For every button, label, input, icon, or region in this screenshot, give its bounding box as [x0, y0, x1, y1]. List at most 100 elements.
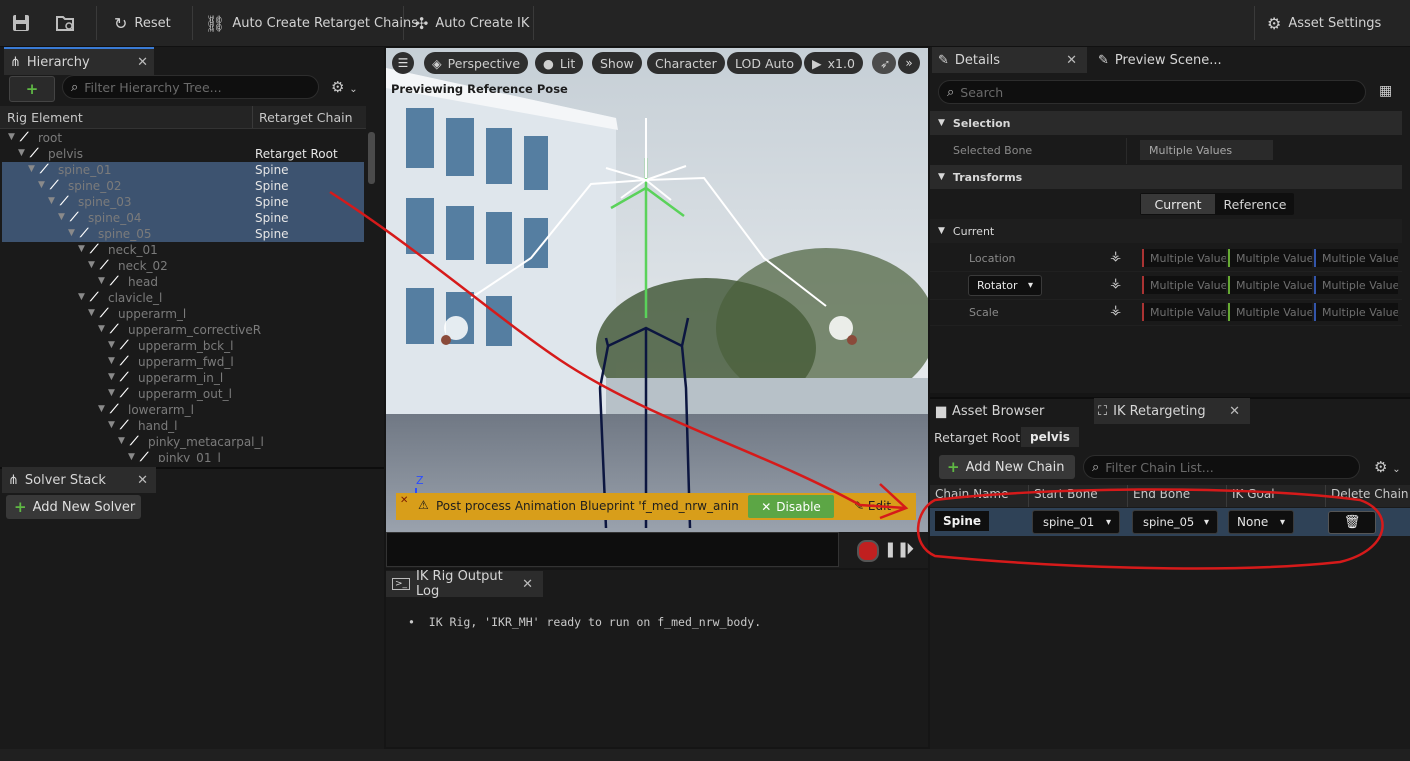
reset-button[interactable]: ↻ Reset — [114, 0, 171, 46]
viewport-scene[interactable]: Z — [386, 48, 928, 532]
end-bone-dropdown[interactable]: spine_05 ▾ — [1132, 510, 1218, 534]
hierarchy-options-button[interactable]: ⚙ ⌄ — [331, 78, 358, 96]
lod-button[interactable]: LOD Auto — [727, 52, 802, 74]
tab-preview-scene[interactable]: ✎ Preview Scene... — [1092, 47, 1252, 73]
multiple-values-field[interactable]: Multiple Values — [1142, 303, 1226, 321]
hierarchy-scrollbar[interactable] — [368, 132, 375, 184]
tab-details[interactable]: ✎ Details ✕ — [932, 47, 1087, 73]
col-rig-element[interactable]: Rig Element — [7, 110, 83, 125]
lit-button[interactable]: ● Lit — [535, 52, 584, 74]
browse-button[interactable] — [54, 0, 78, 46]
expand-icon[interactable]: ▼ — [18, 148, 25, 158]
expand-icon[interactable]: ▼ — [108, 388, 115, 398]
character-button[interactable]: Character — [647, 52, 725, 74]
multiple-values-field[interactable]: Multiple Values — [1142, 249, 1226, 267]
expand-icon[interactable]: ▼ — [108, 420, 115, 430]
tree-row[interactable]: ▼ ⟋ spine_03 Spine — [2, 194, 364, 210]
tree-row[interactable]: ▼ ⟋ head — [2, 274, 364, 290]
chain-col-header[interactable]: IK Goal — [1232, 487, 1275, 501]
expand-icon[interactable]: ▼ — [88, 260, 95, 270]
tree-row[interactable]: ▼ ⟋ upperarm_in_l — [2, 370, 364, 386]
category-current[interactable]: ▼ Current — [930, 219, 1402, 243]
col-retarget-chain[interactable]: Retarget Chain — [259, 110, 353, 125]
expand-icon[interactable]: ▼ — [28, 164, 35, 174]
multiple-values-field[interactable]: Multiple Values — [1142, 276, 1226, 294]
close-icon[interactable]: ✕ — [137, 55, 148, 70]
tree-row[interactable]: ▼ ⟋ neck_02 — [2, 258, 364, 274]
expand-icon[interactable]: ▼ — [98, 404, 105, 414]
select-mode-button[interactable]: ➶ — [872, 52, 896, 74]
timeline-scrubber[interactable] — [386, 532, 839, 567]
category-selection[interactable]: ▼ Selection — [930, 111, 1402, 135]
tree-row[interactable]: ▼ ⟋ spine_01 Spine — [2, 162, 364, 178]
reference-toggle-button[interactable]: Reference — [1218, 194, 1292, 214]
expand-icon[interactable]: ▼ — [108, 356, 115, 366]
start-bone-dropdown[interactable]: spine_01 ▾ — [1032, 510, 1120, 534]
expand-icon[interactable]: ▼ — [78, 244, 85, 254]
chain-filter-input[interactable]: ⌕ Filter Chain List... — [1083, 455, 1360, 479]
reset-transform-icon[interactable]: ⚶ — [1110, 303, 1121, 318]
tree-row[interactable]: ▼ ⟋ clavicle_l — [2, 290, 364, 306]
tree-row[interactable]: ▼ ⟋ pelvis Retarget Root — [2, 146, 364, 162]
edit-button[interactable]: ✎ Edit — [854, 499, 891, 513]
multiple-values-field[interactable]: Multiple Values — [1314, 249, 1398, 267]
expand-icon[interactable]: ▼ — [68, 228, 75, 238]
tree-row[interactable]: ▼ ⟋ upperarm_out_l — [2, 386, 364, 402]
tree-row[interactable]: ▼ ⟋ hand_l — [2, 418, 364, 434]
tree-row[interactable]: ▼ ⟋ root — [2, 130, 364, 146]
details-search-input[interactable]: ⌕ Search — [938, 80, 1366, 104]
expand-icon[interactable]: ▼ — [108, 372, 115, 382]
disable-button[interactable]: ✕ Disable — [748, 495, 834, 518]
auto-create-chains-button[interactable]: ⛓ Auto Create Retarget Chains — [205, 0, 418, 46]
reset-transform-icon[interactable]: ⚶ — [1110, 276, 1121, 291]
tab-output-log[interactable]: >_ IK Rig Output Log ✕ — [386, 569, 543, 599]
tree-row[interactable]: ▼ ⟋ upperarm_correctiveR — [2, 322, 364, 338]
expand-icon[interactable]: ▼ — [48, 196, 55, 206]
multiple-values-field[interactable]: Multiple Values — [1314, 303, 1398, 321]
chain-col-header[interactable]: Chain Name — [935, 487, 1009, 501]
tree-row[interactable]: ▼ ⟋ lowerarm_l — [2, 402, 364, 418]
expand-icon[interactable]: ▼ — [98, 276, 105, 286]
expand-icon[interactable]: ▼ — [118, 436, 125, 446]
expand-icon[interactable]: ▼ — [38, 180, 45, 190]
tree-row[interactable]: ▼ ⟋ spine_05 Spine — [2, 226, 364, 242]
save-button[interactable] — [10, 0, 32, 46]
multiple-values-field[interactable]: Multiple Values — [1314, 276, 1398, 294]
expand-icon[interactable]: ▼ — [88, 308, 95, 318]
tree-row[interactable]: ▼ ⟋ upperarm_fwd_l — [2, 354, 364, 370]
add-new-solver-button[interactable]: + Add New Solver — [6, 495, 141, 519]
step-forward-button[interactable]: ⏵ — [906, 539, 914, 559]
chain-col-header[interactable]: Delete Chain — [1331, 487, 1409, 501]
expand-icon[interactable]: ▼ — [78, 292, 85, 302]
tree-row[interactable]: ▼ ⟋ pinky_metacarpal_l — [2, 434, 364, 450]
auto-create-ik-button[interactable]: ✣ Auto Create IK — [415, 0, 529, 46]
record-button[interactable] — [857, 540, 879, 562]
hierarchy-search-input[interactable]: ⌕ Filter Hierarchy Tree... — [62, 75, 319, 99]
tree-row[interactable]: ▼ ⟋ neck_01 — [2, 242, 364, 258]
close-icon[interactable]: ✕ — [137, 473, 148, 488]
chain-col-header[interactable]: Start Bone — [1034, 487, 1098, 501]
add-element-button[interactable]: + — [9, 76, 55, 102]
viewport-more-button[interactable]: » — [898, 52, 920, 74]
show-button[interactable]: Show — [592, 52, 642, 74]
add-new-chain-button[interactable]: + Add New Chain — [939, 455, 1075, 479]
chain-col-header[interactable]: End Bone — [1133, 487, 1190, 501]
close-icon[interactable]: ✕ — [1229, 404, 1240, 419]
expand-icon[interactable]: ▼ — [98, 324, 105, 334]
expand-icon[interactable]: ▼ — [8, 132, 15, 142]
tab-ik-retargeting[interactable]: ⛶ IK Retargeting ✕ — [1094, 398, 1250, 424]
tree-row[interactable]: ▼ ⟋ spine_02 Spine — [2, 178, 364, 194]
chain-options-button[interactable]: ⚙ ⌄ — [1374, 458, 1401, 476]
tree-row[interactable]: ▼ ⟋ spine_04 Spine — [2, 210, 364, 226]
grid-view-button[interactable]: ▦ — [1379, 83, 1392, 99]
current-toggle-button[interactable]: Current — [1141, 194, 1215, 214]
tree-row[interactable]: ▼ ⟋ upperarm_bck_l — [2, 338, 364, 354]
dismiss-icon[interactable]: ✕ — [400, 495, 408, 506]
viewport-menu-button[interactable]: ☰ — [392, 52, 414, 74]
rotator-dropdown[interactable]: Rotator ▾ — [968, 275, 1042, 296]
expand-icon[interactable]: ▼ — [58, 212, 65, 222]
perspective-button[interactable]: ◈ Perspective — [424, 52, 529, 74]
play-speed-button[interactable]: ▶ x1.0 — [804, 52, 863, 74]
asset-settings-button[interactable]: ⚙ Asset Settings — [1267, 0, 1381, 46]
close-icon[interactable]: ✕ — [1066, 53, 1077, 68]
